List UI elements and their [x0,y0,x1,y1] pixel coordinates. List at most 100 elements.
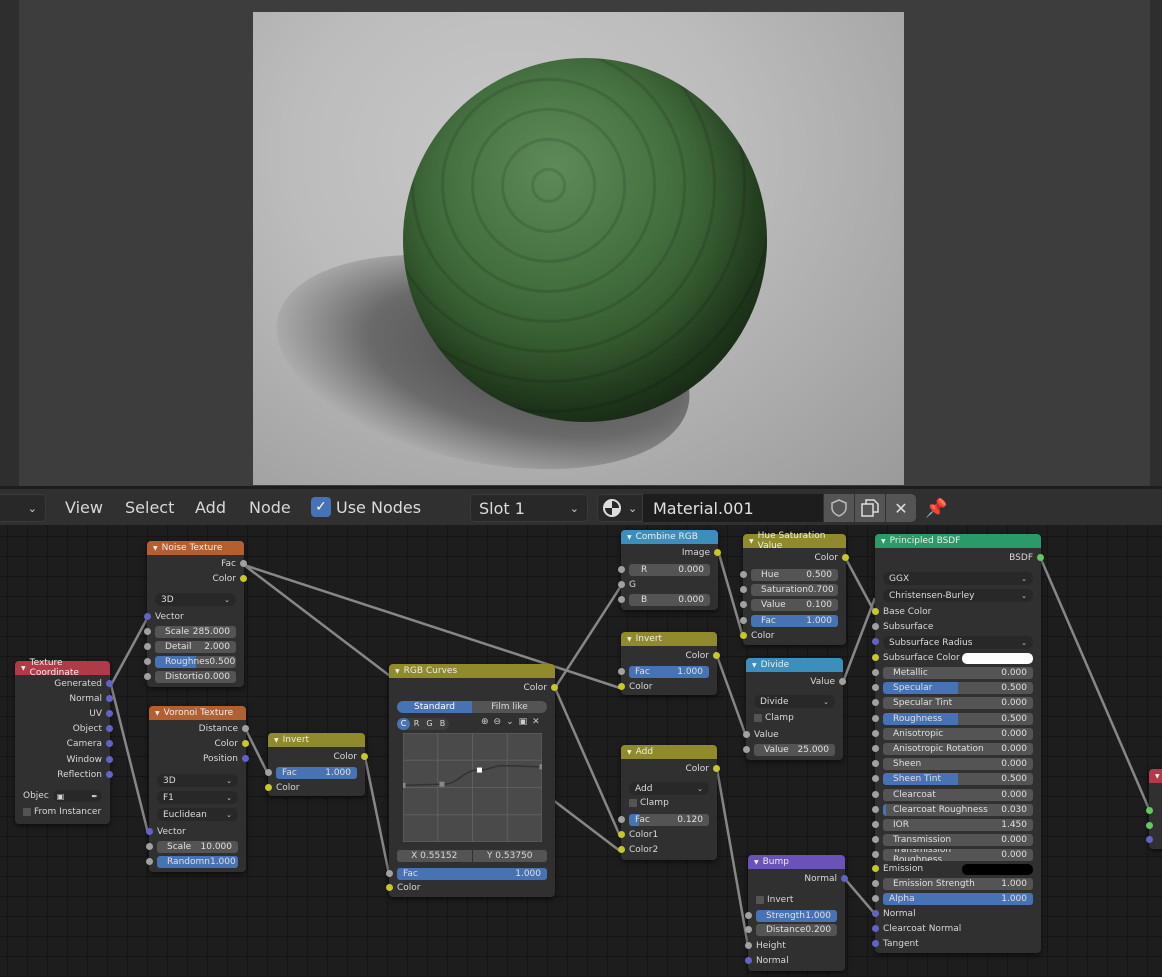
emission-strength-field[interactable]: Emission Strength 1.000 [883,878,1033,890]
feature-dropdown[interactable]: F1 ⌄ [157,791,238,804]
socket[interactable] [240,575,247,582]
socket[interactable] [106,756,113,763]
channel-c[interactable]: C [397,718,410,730]
node-editor-canvas[interactable]: ▼ Texture Coordinate Generated Normal UV … [0,525,1162,977]
socket[interactable] [144,673,151,680]
fac-slider[interactable]: Fac 1.000 [276,767,357,779]
socket[interactable] [144,613,151,620]
socket[interactable] [740,632,747,639]
node-noise-texture[interactable]: ▼ Noise Texture Fac Color 3D ⌄ Vector Scal… [144,541,247,687]
collapse-triangle-icon[interactable]: ▼ [749,538,754,545]
fac-slider[interactable]: Fac 1.000 [397,868,547,880]
chevron-down-icon[interactable]: ⌄ [506,717,514,727]
dimension-dropdown[interactable]: 3D ⌄ [157,774,238,787]
menu-view[interactable]: View [65,498,103,517]
node-header[interactable]: ▼ [1149,769,1162,783]
socket[interactable] [872,714,879,722]
subsurface-radius-dropdown[interactable]: Subsurface Radius ⌄ [883,636,1033,649]
close-icon[interactable]: ✕ [532,717,540,727]
node-header[interactable]: ▼ RGB Curves [389,664,555,678]
socket[interactable] [106,680,113,687]
socket[interactable] [872,805,879,813]
unlink-material-button[interactable]: ✕ [886,494,916,522]
socket[interactable] [740,601,747,608]
socket[interactable] [713,652,720,659]
socket[interactable] [872,608,879,615]
socket[interactable] [106,725,113,732]
node-hue-saturation-value[interactable]: ▼ Hue Saturation Value Color Hue 0.500 Sat… [740,531,849,645]
value-slider[interactable]: Sheen 0.000 [883,758,1033,771]
socket[interactable] [240,560,247,567]
pin-icon[interactable]: 📌 [925,498,947,519]
socket[interactable] [872,684,879,692]
curve-graph[interactable] [403,733,542,842]
value-slider[interactable]: Value 0.100 [751,599,838,611]
collapse-triangle-icon[interactable]: ▼ [21,665,26,672]
eyedropper-icon[interactable]: ✒ [91,792,98,801]
value-slider[interactable]: Metallic 0.000 [883,667,1033,679]
socket[interactable] [745,957,752,964]
node-header[interactable]: ▼ Hue Saturation Value [743,531,846,551]
socket[interactable] [242,755,249,762]
node-header[interactable]: ▼ Combine RGB [621,530,718,544]
r-field[interactable]: R 0.000 [629,564,710,576]
socket[interactable] [146,858,153,865]
value-slider[interactable]: Anisotropic Rotation 0.000 [883,743,1033,755]
value-slider[interactable]: Roughness 0.500 [883,712,1033,725]
socket[interactable] [872,910,879,917]
socket[interactable] [1146,822,1153,829]
value-slider[interactable]: Randomn 1.000 [157,856,238,868]
value-slider[interactable]: Anisotropic 0.000 [883,727,1033,740]
collapse-triangle-icon[interactable]: ▼ [754,859,759,866]
socket[interactable] [146,828,153,835]
node-principled-bsdf[interactable]: ▼ Principled BSDF BSDF GGX ⌄ Christensen-B… [872,534,1044,953]
fac-slider[interactable]: Fac 1.000 [629,666,709,678]
checkbox-checked-icon[interactable]: ✓ [311,497,331,517]
alpha-slider[interactable]: Alpha 1.000 [883,893,1033,905]
socket[interactable] [872,760,879,768]
node-header[interactable]: ▼ Principled BSDF [875,534,1041,548]
socket[interactable] [618,581,625,588]
socket[interactable] [872,836,879,844]
node-combine-rgb[interactable]: ▼ Combine RGB Image R 0.000 G B 0.000 [618,530,721,610]
socket[interactable] [743,731,750,738]
socket[interactable] [872,638,879,645]
clamp-checkbox[interactable]: Clamp [621,796,717,810]
checkbox[interactable] [754,714,762,722]
value-slider[interactable]: Transmission Roughness 0.000 [883,849,1033,862]
collapse-triangle-icon[interactable]: ▼ [627,534,632,541]
socket[interactable] [872,865,879,872]
channel-b[interactable]: B [436,718,449,730]
clamp-checkbox[interactable]: Clamp [746,711,843,725]
value-slider[interactable]: Distortio 0.000 [155,671,236,683]
socket[interactable] [386,870,393,877]
value-slider[interactable]: Sheen Tint 0.500 [883,773,1033,786]
socket[interactable] [618,816,625,823]
socket[interactable] [551,684,558,691]
socket[interactable] [872,775,879,783]
socket[interactable] [618,846,625,853]
value-slider[interactable]: Scale 10.000 [157,841,238,853]
material-name-field[interactable]: Material.001 [643,494,823,522]
value-slider[interactable]: Specular 0.500 [883,682,1033,695]
socket[interactable] [618,831,625,838]
value-slider[interactable]: Fac 1.000 [751,615,838,627]
socket[interactable] [144,658,151,665]
socket[interactable] [872,880,879,887]
fac-slider[interactable]: Fac 0.120 [629,814,709,826]
curve-point[interactable] [539,764,543,770]
socket[interactable] [842,554,849,561]
value-slider[interactable]: Roughnes 0.500 [155,656,236,668]
socket[interactable] [618,596,625,603]
socket[interactable] [361,753,368,760]
socket[interactable] [872,669,879,676]
socket[interactable] [144,643,151,650]
collapse-triangle-icon[interactable]: ▼ [627,749,632,756]
value-slider[interactable]: Clearcoat 0.000 [883,788,1033,801]
socket[interactable] [872,623,879,630]
collapse-triangle-icon[interactable]: ▼ [395,668,400,675]
node-header[interactable]: ▼ Divide [746,658,843,672]
node-math-divide[interactable]: ▼ Divide Value Divide ⌄ Clamp Value Value 2… [743,658,846,760]
collapse-triangle-icon[interactable]: ▼ [881,538,886,545]
node-material-output[interactable]: ▼ [1146,769,1162,849]
